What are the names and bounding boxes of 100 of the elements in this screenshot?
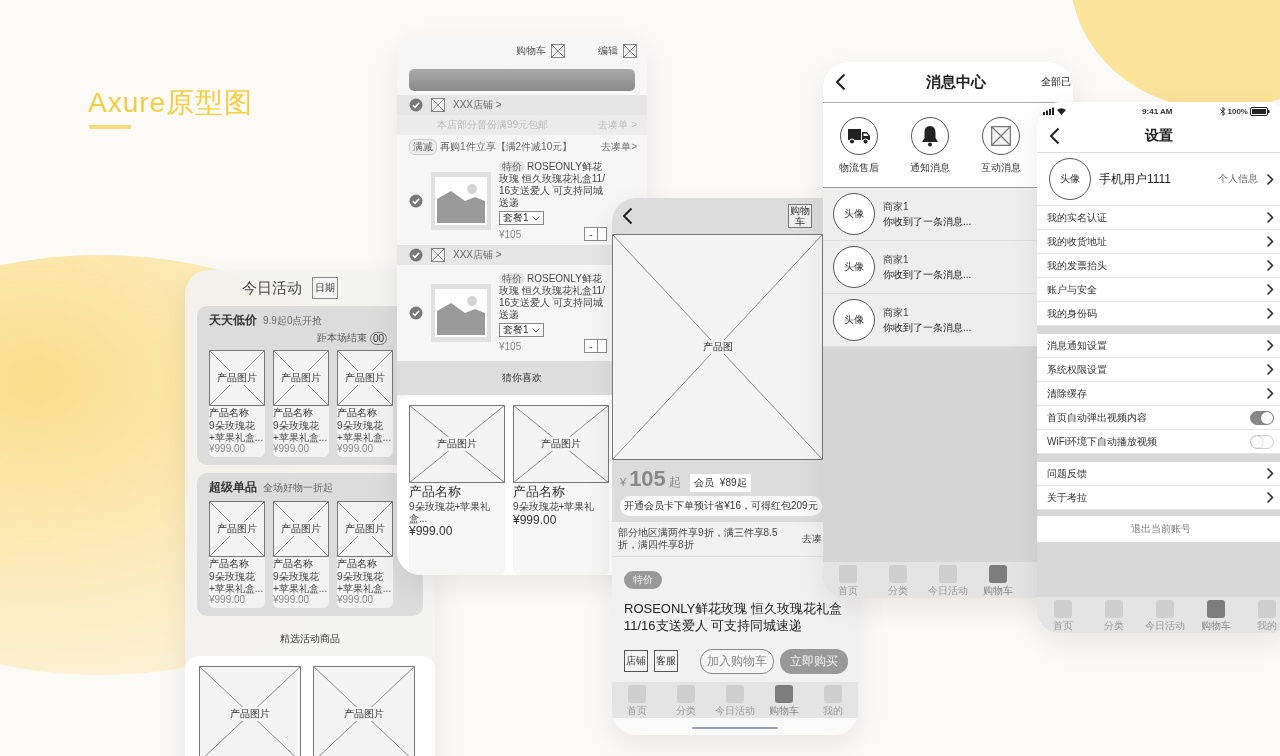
message-row[interactable]: 头像 商家1 你收到了一条消息...	[823, 294, 1037, 347]
message-row[interactable]: 头像 商家1 你收到了一条消息...	[823, 188, 1037, 241]
product-card[interactable]: 产品图片 产品名称 9朵玫瑰花+苹果礼盒... ¥999.00	[273, 350, 329, 457]
message-row[interactable]: 头像 商家1 你收到了一条消息...	[823, 241, 1037, 294]
image-label: 产品图片	[344, 522, 386, 536]
product-price: ¥999.00	[209, 443, 247, 456]
product-name: 产品名称	[209, 557, 250, 571]
profile-row[interactable]: 头像 手机用户1111 个人信息	[1037, 153, 1280, 206]
header-link[interactable]: 全部已	[1041, 75, 1073, 89]
category-button[interactable]: 通知消息	[894, 117, 966, 175]
date-button[interactable]: 日期	[312, 277, 338, 299]
cart-button[interactable]: 购物车	[788, 204, 812, 228]
countdown-label: 距本场结束	[316, 331, 367, 345]
chevron-right-icon	[1266, 172, 1274, 186]
product-card[interactable]: 产品图片 产品名称 9朵玫瑰花+苹果礼盒... ¥999.00	[409, 405, 505, 575]
row-label: 我的收货地址	[1047, 234, 1107, 249]
product-description: 9朵玫瑰花+苹果礼盒...	[337, 571, 393, 594]
product-description: 9朵玫瑰花+苹果礼盒...	[209, 571, 265, 594]
back-icon[interactable]	[622, 207, 633, 225]
quantity-field[interactable]	[598, 227, 607, 241]
shop-button[interactable]: 店铺	[624, 650, 648, 673]
settings-row[interactable]: 我的收货地址	[1037, 230, 1280, 254]
member-price: ¥89起	[719, 476, 747, 490]
tab-icon	[989, 565, 1007, 583]
row-label: 首页自动弹出视频内容	[1047, 410, 1147, 425]
product-card[interactable]: 产品图片 产品名称 9朵玫瑰花+苹果礼盒... ¥999.00	[209, 501, 265, 608]
avatar: 头像	[833, 246, 875, 288]
header-label[interactable]: 编辑	[598, 44, 618, 58]
product-description: 9朵玫瑰花+苹果礼盒...	[209, 420, 265, 443]
chevron-right-icon	[1266, 283, 1274, 296]
row-label: 系统权限设置	[1047, 362, 1107, 377]
message-preview: 你收到了一条消息...	[883, 214, 972, 229]
back-icon[interactable]	[1049, 127, 1060, 145]
product-name: 产品名称	[513, 483, 566, 501]
discount-link[interactable]: 去凑	[802, 532, 822, 546]
row-label: 清除缓存	[1047, 386, 1087, 401]
chevron-right-icon	[1266, 363, 1274, 376]
truck-icon	[846, 127, 871, 145]
item-title: 特价 ROSEONLY鲜花玫瑰 恒久玫瑰花礼盒11/16支送爱人 可支持同城送递	[499, 161, 606, 209]
product-card[interactable]: 产品图片 产品名称 9朵玫瑰花+苹果礼盒... ¥999.00	[337, 350, 393, 457]
checkbox[interactable]	[409, 306, 423, 320]
chevron-right-icon	[1266, 259, 1274, 272]
caret-icon	[531, 327, 540, 333]
row-label: 我的实名认证	[1047, 210, 1107, 225]
product-description: 9朵玫瑰花+苹果礼	[513, 501, 596, 513]
image-label: 产品图片	[216, 522, 258, 536]
screen-title: 今日活动	[242, 278, 302, 298]
category-button[interactable]: 物流售后	[823, 117, 895, 175]
toggle-switch[interactable]	[1250, 410, 1274, 425]
product-card[interactable]: 产品图片 产品名称 9朵玫瑰花+苹果礼盒... ¥999.00	[337, 501, 393, 608]
sender-name: 商家1	[883, 199, 910, 214]
row-label: 账户与安全	[1047, 282, 1097, 297]
item-price: ¥105	[499, 228, 522, 240]
store-name[interactable]: XXX店铺 >	[453, 248, 502, 262]
category-button[interactable]: 互动消息	[965, 117, 1037, 175]
logout-button[interactable]: 退出当前账号	[1037, 516, 1280, 542]
settings-row[interactable]: 我的发票抬头	[1037, 254, 1280, 278]
settings-row[interactable]: 消息通知设置	[1037, 334, 1280, 358]
product-card[interactable]: 产品图片 产品名称 9朵玫瑰花+苹果礼盒... ¥999.00	[209, 350, 265, 457]
image-label: 产品图片	[436, 437, 478, 451]
settings-row[interactable]: 系统权限设置	[1037, 358, 1280, 382]
settings-row[interactable]: 我的实名认证	[1037, 206, 1280, 230]
product-card[interactable]: 产品图片 产品名称 9朵玫瑰花+苹果礼盒... ¥999.00	[273, 501, 329, 608]
message-preview: 你收到了一条消息...	[883, 267, 972, 282]
settings-row[interactable]: 清除缓存	[1037, 382, 1280, 406]
back-icon[interactable]	[835, 73, 846, 91]
section-title: 猜你喜欢	[502, 371, 542, 385]
promo-link[interactable]: 去凑单>	[601, 140, 637, 154]
product-card[interactable]: 产品图片 产品名称 9朵玫瑰花+苹果礼 ¥999.00	[513, 405, 609, 575]
sender-name: 商家1	[883, 305, 910, 320]
settings-row[interactable]: 问题反馈	[1037, 462, 1280, 486]
checkbox[interactable]	[409, 194, 423, 208]
avatar: 头像	[1049, 158, 1091, 200]
tab-icon	[1206, 600, 1225, 618]
store-name[interactable]: XXX店铺 >	[453, 98, 502, 112]
decrease-button[interactable]: -	[584, 227, 598, 241]
settings-row[interactable]: 我的身份码	[1037, 302, 1280, 326]
section-subtitle: 全场好物一折起	[263, 481, 333, 495]
avatar: 头像	[833, 299, 875, 341]
spec-dropdown[interactable]: 套餐1	[499, 323, 544, 337]
decrease-button[interactable]: -	[584, 339, 598, 353]
product-price: ¥999.00	[513, 512, 558, 529]
quantity-field[interactable]	[598, 339, 607, 353]
product-name: 产品名称	[273, 406, 314, 420]
product-description: 9朵玫瑰花+苹果礼盒...	[409, 501, 492, 524]
settings-row[interactable]: 关于考拉	[1037, 486, 1280, 510]
member-promo[interactable]: 开通会员卡下单预计省¥16，可得红包209元	[620, 496, 822, 516]
settings-row[interactable]: 账户与安全	[1037, 278, 1280, 302]
spec-dropdown[interactable]: 套餐1	[499, 211, 544, 225]
toggle-switch[interactable]	[1250, 434, 1274, 449]
product-name: 产品名称	[273, 557, 314, 571]
chevron-right-icon	[1266, 467, 1274, 480]
checkbox[interactable]	[409, 248, 423, 262]
checkbox[interactable]	[409, 98, 423, 112]
service-button[interactable]: 客服	[654, 650, 678, 673]
product-description: 9朵玫瑰花+苹果礼盒...	[273, 571, 329, 594]
add-to-cart-button[interactable]: 加入购物车	[700, 648, 774, 674]
section-title: 天天低价	[209, 312, 257, 329]
product-title: ROSEONLY鲜花玫瑰 恒久玫瑰花礼盒 11/16支送爱人 可支持同城速递	[624, 601, 843, 635]
product-price: ¥999.00	[273, 443, 311, 456]
